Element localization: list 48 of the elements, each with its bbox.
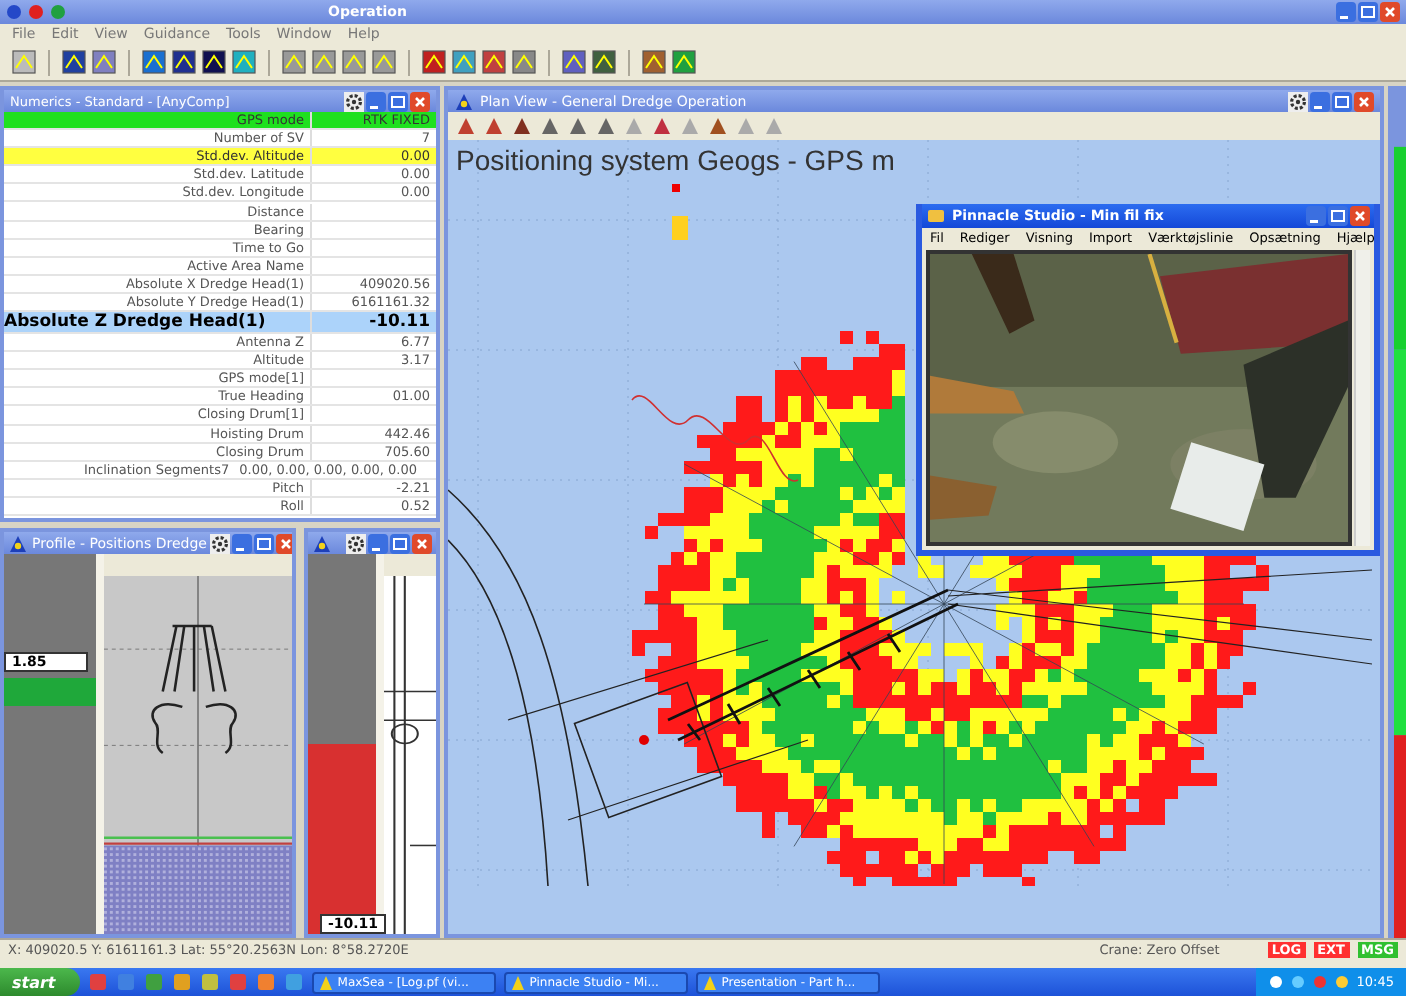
minimize-icon[interactable] <box>232 533 253 553</box>
settings-icon[interactable] <box>1288 91 1308 111</box>
tool-icon[interactable] <box>172 50 196 74</box>
quick-launch-icon[interactable] <box>171 972 192 992</box>
settings-icon[interactable] <box>344 91 364 111</box>
tool-icon[interactable] <box>202 50 226 74</box>
tool-icon[interactable] <box>642 50 666 74</box>
app-icon <box>926 206 946 226</box>
map-heading: Positioning system Geogs - GPS m <box>456 144 895 176</box>
grab-drawing <box>151 624 237 755</box>
quick-launch-icon[interactable] <box>199 972 220 992</box>
app-icon <box>317 974 334 990</box>
maximize-icon[interactable] <box>388 91 408 111</box>
tool-icon[interactable] <box>482 50 506 74</box>
maximize-icon[interactable] <box>254 533 275 553</box>
close-icon[interactable] <box>1350 206 1370 226</box>
tool-icon[interactable] <box>142 50 166 74</box>
tool-icon[interactable] <box>562 50 586 74</box>
minimize-icon[interactable] <box>366 91 386 111</box>
target-marker <box>672 216 688 240</box>
app-icon <box>509 974 526 990</box>
settings-icon[interactable] <box>210 533 231 553</box>
maximize-icon[interactable] <box>390 533 410 553</box>
position-marker <box>672 184 680 192</box>
close-icon[interactable] <box>276 533 292 553</box>
level-bar-icon <box>4 678 96 706</box>
app-icon <box>312 533 332 553</box>
field-label: Absolute Z Dredge Head(1) <box>4 312 312 333</box>
close-icon[interactable] <box>412 533 432 553</box>
app-icon <box>701 974 718 990</box>
tool-icon[interactable] <box>422 50 446 74</box>
settings-icon[interactable] <box>346 533 366 553</box>
minimize-icon[interactable] <box>1310 91 1330 111</box>
maximize-icon[interactable] <box>1358 2 1378 22</box>
app-icon <box>8 533 28 553</box>
start-button[interactable]: start <box>0 968 80 996</box>
tool-icon[interactable] <box>592 50 616 74</box>
maximize-icon[interactable] <box>1328 206 1348 226</box>
minimize-icon[interactable] <box>1306 206 1326 226</box>
tool-icon[interactable] <box>62 50 86 74</box>
close-icon[interactable] <box>410 91 430 111</box>
minimize-icon[interactable] <box>368 533 388 553</box>
close-icon[interactable] <box>1380 2 1400 22</box>
minimize-icon[interactable] <box>1336 2 1356 22</box>
close-icon[interactable] <box>1354 91 1374 111</box>
field-value: -10.11 <box>367 312 432 333</box>
app-icon <box>454 91 474 111</box>
maximize-icon[interactable] <box>1332 91 1352 111</box>
